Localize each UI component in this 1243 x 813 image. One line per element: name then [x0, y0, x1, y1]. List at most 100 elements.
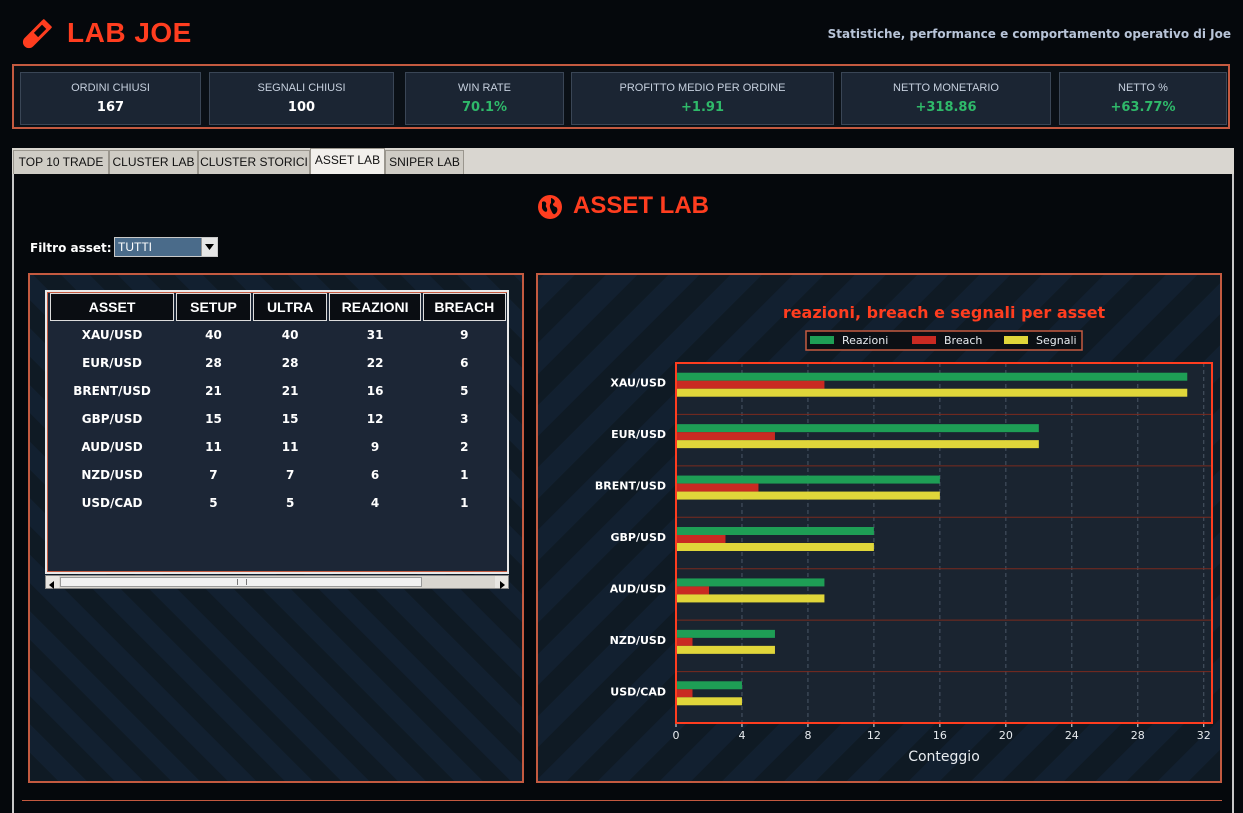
arrow-left-icon: [49, 581, 54, 589]
bar-breach: [676, 535, 726, 543]
scroll-right-button[interactable]: [495, 576, 508, 589]
cell-reazioni: 6: [370, 468, 380, 482]
bar-reazioni: [676, 475, 940, 484]
kpi-profitto-medio: PROFITTO MEDIO PER ORDINE +1.91: [571, 72, 834, 125]
asset-chart-panel: reazioni, breach e segnali per asset Reaz…: [536, 273, 1222, 783]
x-tick-label: 28: [1131, 729, 1145, 742]
cell-breach: 1: [460, 468, 469, 482]
arrow-right-icon: [500, 581, 505, 589]
cell-breach: 5: [460, 384, 469, 398]
bar-breach: [676, 637, 693, 646]
cell-reazioni: 4: [370, 496, 380, 510]
kpi-label: SEGNALI CHIUSI: [257, 82, 346, 94]
asset-table: ASSET SETUP ULTRA REAZIONI BREACH XAU/US…: [45, 290, 509, 574]
cell-breach: 1: [460, 496, 469, 510]
asset-table-grid: ASSET SETUP ULTRA REAZIONI BREACH XAU/US…: [48, 293, 507, 517]
kpi-value: +1.91: [681, 100, 724, 115]
cell-asset: USD/CAD: [81, 496, 143, 510]
kpi-value: 167: [96, 100, 125, 115]
cell-ultra: 40: [281, 328, 299, 342]
app-header: LAB JOE Statistiche, performance e compo…: [0, 0, 1243, 64]
bar-breach: [676, 483, 759, 492]
tab-sniper-lab[interactable]: SNIPER LAB: [385, 150, 464, 174]
tab-top-10-trade[interactable]: TOP 10 TRADE: [13, 150, 109, 174]
bar-segnali: [676, 491, 940, 500]
legend-swatch-segnali: [1004, 336, 1028, 344]
cell-setup: 11: [205, 440, 222, 454]
cell-breach: 6: [460, 356, 469, 370]
cell-ultra: 7: [285, 468, 295, 482]
col-header-ultra[interactable]: ULTRA: [252, 293, 328, 321]
tab-cluster-lab[interactable]: CLUSTER LAB: [109, 150, 198, 174]
table-row[interactable]: EUR/USD 28 28 22 6: [50, 349, 506, 377]
cell-asset: GBP/USD: [81, 412, 143, 426]
tab-asset-lab[interactable]: ASSET LAB: [310, 148, 385, 174]
cell-breach: 9: [460, 328, 469, 342]
app-tagline: Statistiche, performance e comportamento…: [827, 27, 1231, 41]
asset-lab-panel: ASSET LAB Filtro asset: TUTTI ASSET SETU…: [12, 174, 1234, 813]
horizontal-scrollbar[interactable]: [45, 575, 509, 589]
cell-setup: 21: [205, 384, 222, 398]
kpi-label: NETTO MONETARIO: [893, 82, 999, 94]
asset-bar-chart: reazioni, breach e segnali per asset Reaz…: [595, 303, 1213, 765]
cell-breach: 3: [460, 412, 469, 426]
legend-label-breach: Breach: [944, 334, 982, 347]
col-header-reazioni[interactable]: REAZIONI: [329, 293, 421, 321]
section-title-row: ASSET LAB: [14, 192, 1232, 220]
kpi-strip: ORDINI CHIUSI 167 SEGNALI CHIUSI 100 WIN…: [12, 64, 1230, 129]
x-tick-label: 24: [1065, 729, 1079, 742]
kpi-win-rate: WIN RATE 70.1%: [405, 72, 564, 125]
x-tick-label: 0: [673, 729, 680, 742]
col-header-asset[interactable]: ASSET: [50, 293, 175, 321]
bar-reazioni: [676, 681, 742, 690]
table-row[interactable]: BRENT/USD 21 21 16 5: [50, 377, 506, 405]
y-tick-label: USD/CAD: [610, 685, 666, 698]
kpi-value: 70.1%: [461, 100, 508, 115]
kpi-value: 100: [287, 100, 316, 115]
y-tick-label: NZD/USD: [610, 634, 666, 647]
table-row[interactable]: AUD/USD 11 11 9 2: [50, 433, 506, 461]
bar-reazioni: [676, 372, 1188, 381]
bar-segnali: [676, 697, 742, 706]
x-tick-label: 8: [804, 729, 811, 742]
bar-segnali: [676, 543, 874, 551]
kpi-label: PROFITTO MEDIO PER ORDINE: [619, 82, 786, 94]
chevron-down-icon: [205, 244, 214, 250]
scroll-left-button[interactable]: [46, 576, 59, 589]
cell-ultra: 15: [281, 412, 299, 426]
tab-cluster-storici[interactable]: CLUSTER STORICI: [198, 150, 310, 174]
bar-reazioni: [676, 424, 1039, 433]
y-tick-label: AUD/USD: [610, 582, 666, 595]
x-axis-label: Conteggio: [908, 749, 980, 765]
bar-breach: [676, 432, 775, 441]
col-header-setup[interactable]: SETUP: [176, 293, 251, 321]
x-tick-label: 12: [867, 729, 881, 742]
legend-swatch-reazioni: [810, 336, 834, 344]
scrollbar-thumb[interactable]: [60, 577, 422, 587]
cell-asset: AUD/USD: [81, 440, 143, 454]
asset-filter-select[interactable]: TUTTI: [114, 237, 218, 257]
cell-asset: XAU/USD: [81, 328, 143, 342]
dropdown-button[interactable]: [201, 238, 217, 256]
bar-reazioni: [676, 527, 874, 535]
legend-label-reazioni: Reazioni: [842, 334, 888, 347]
x-tick-label: 4: [738, 729, 745, 742]
x-tick-label: 16: [933, 729, 947, 742]
table-header-row: ASSET SETUP ULTRA REAZIONI BREACH: [50, 293, 506, 321]
cell-reazioni: 16: [366, 384, 384, 398]
table-row[interactable]: GBP/USD 15 15 12 3: [50, 405, 506, 433]
test-tube-icon: [22, 19, 52, 49]
table-row[interactable]: XAU/USD 40 40 31 9: [50, 321, 506, 349]
y-tick-label: BRENT/USD: [595, 480, 666, 493]
bar-breach: [676, 586, 709, 595]
kpi-label: ORDINI CHIUSI: [71, 82, 150, 94]
cell-reazioni: 12: [366, 412, 384, 426]
table-row[interactable]: NZD/USD 7 7 6 1: [50, 461, 506, 489]
bar-segnali: [676, 594, 825, 603]
cell-ultra: 11: [281, 440, 299, 454]
bar-reazioni: [676, 629, 775, 638]
table-row[interactable]: USD/CAD 5 5 4 1: [50, 489, 506, 517]
cell-setup: 15: [205, 412, 222, 426]
kpi-value: +318.86: [915, 100, 977, 115]
col-header-breach[interactable]: BREACH: [422, 293, 506, 321]
